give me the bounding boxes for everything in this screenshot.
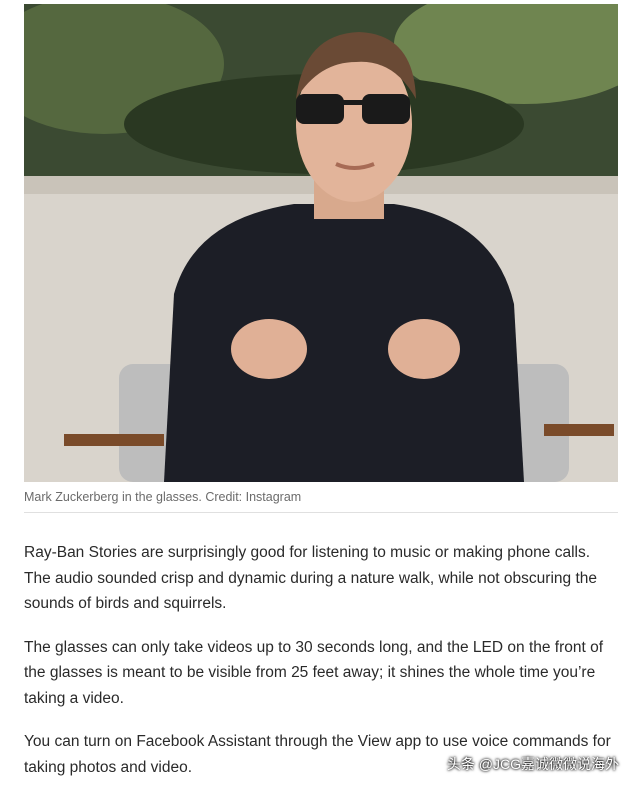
image-caption: Mark Zuckerberg in the glasses. Credit: …	[24, 490, 302, 504]
watermark: 头条 @JCG嘉诚微微说海外	[446, 756, 619, 772]
paragraph-2: The glasses can only take videos up to 3…	[24, 638, 604, 707]
caption-divider	[24, 512, 618, 513]
article-photo	[24, 4, 618, 482]
man-in-glasses-illustration	[24, 4, 618, 482]
paragraph-1: Ray-Ban Stories are surprisingly good fo…	[24, 544, 597, 612]
